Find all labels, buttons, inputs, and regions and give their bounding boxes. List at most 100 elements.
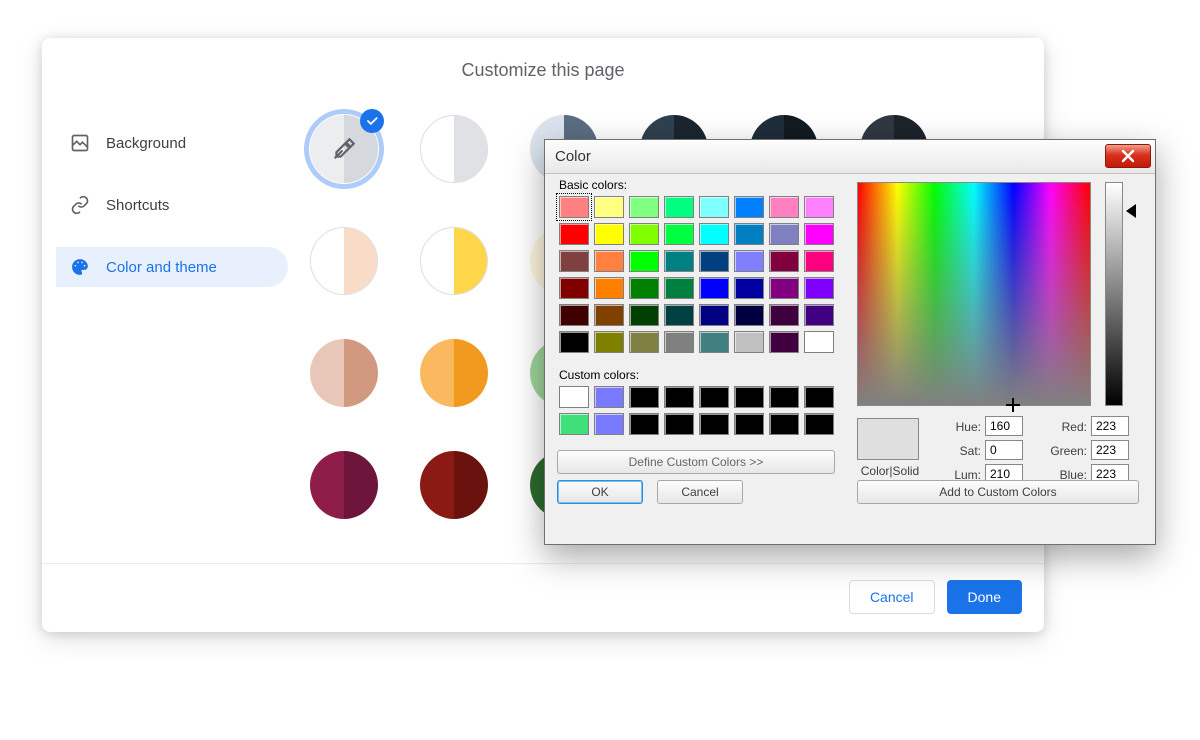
basic-color-cell[interactable] <box>734 277 764 299</box>
hue-input[interactable] <box>985 416 1023 436</box>
basic-color-cell[interactable] <box>769 331 799 353</box>
basic-color-cell[interactable] <box>699 277 729 299</box>
theme-swatch[interactable] <box>310 115 378 183</box>
basic-color-cell[interactable] <box>734 331 764 353</box>
basic-color-cell[interactable] <box>804 331 834 353</box>
basic-color-cell[interactable] <box>664 304 694 326</box>
custom-color-cell[interactable] <box>594 386 624 408</box>
cancel-button[interactable]: Cancel <box>849 580 935 614</box>
color-dialog-titlebar[interactable]: Color <box>545 140 1155 174</box>
basic-color-cell[interactable] <box>769 250 799 272</box>
custom-color-cell[interactable] <box>699 413 729 435</box>
spectrum-crosshair <box>1006 398 1020 412</box>
basic-color-cell[interactable] <box>629 250 659 272</box>
basic-color-cell[interactable] <box>734 250 764 272</box>
basic-color-cell[interactable] <box>594 223 624 245</box>
basic-color-cell[interactable] <box>804 223 834 245</box>
custom-color-cell[interactable] <box>769 413 799 435</box>
basic-color-cell[interactable] <box>629 223 659 245</box>
add-to-custom-colors-button[interactable]: Add to Custom Colors <box>857 480 1139 504</box>
basic-color-cell[interactable] <box>699 304 729 326</box>
custom-color-cell[interactable] <box>769 386 799 408</box>
basic-color-cell[interactable] <box>559 196 589 218</box>
theme-swatch[interactable] <box>310 451 378 519</box>
done-button[interactable]: Done <box>947 580 1022 614</box>
basic-color-cell[interactable] <box>559 223 589 245</box>
green-label: Green: <box>1039 444 1087 458</box>
sidebar-item-shortcuts[interactable]: Shortcuts <box>56 185 288 225</box>
red-input[interactable] <box>1091 416 1129 436</box>
basic-color-cell[interactable] <box>559 331 589 353</box>
sidebar-item-label: Background <box>106 135 186 152</box>
basic-color-cell[interactable] <box>804 277 834 299</box>
theme-swatch[interactable] <box>310 339 378 407</box>
basic-color-cell[interactable] <box>804 250 834 272</box>
sidebar-item-color-theme[interactable]: Color and theme <box>56 247 288 287</box>
basic-color-cell[interactable] <box>594 304 624 326</box>
color-preview <box>857 418 919 460</box>
custom-color-cell[interactable] <box>629 386 659 408</box>
define-custom-colors-button[interactable]: Define Custom Colors >> <box>557 450 835 474</box>
green-input[interactable] <box>1091 440 1129 460</box>
theme-swatch[interactable] <box>420 451 488 519</box>
basic-color-cell[interactable] <box>664 196 694 218</box>
close-button[interactable] <box>1105 144 1151 168</box>
basic-color-cell[interactable] <box>594 196 624 218</box>
color-preview-label: Color|Solid <box>857 464 923 478</box>
custom-color-cell[interactable] <box>559 386 589 408</box>
basic-color-cell[interactable] <box>664 277 694 299</box>
basic-color-cell[interactable] <box>629 304 659 326</box>
modal-footer: Cancel Done <box>42 563 1044 632</box>
custom-color-cell[interactable] <box>804 413 834 435</box>
basic-color-cell[interactable] <box>629 196 659 218</box>
color-dialog-cancel-button[interactable]: Cancel <box>657 480 743 504</box>
basic-color-cell[interactable] <box>594 277 624 299</box>
sidebar-item-label: Color and theme <box>106 259 217 276</box>
theme-swatch[interactable] <box>420 339 488 407</box>
basic-color-cell[interactable] <box>559 277 589 299</box>
basic-color-cell[interactable] <box>769 277 799 299</box>
theme-swatch[interactable] <box>420 227 488 295</box>
basic-color-cell[interactable] <box>594 250 624 272</box>
basic-color-cell[interactable] <box>769 196 799 218</box>
custom-color-cell[interactable] <box>629 413 659 435</box>
custom-color-cell[interactable] <box>699 386 729 408</box>
basic-color-cell[interactable] <box>699 331 729 353</box>
sidebar-item-background[interactable]: Background <box>56 123 288 163</box>
basic-color-cell[interactable] <box>559 250 589 272</box>
ok-button[interactable]: OK <box>557 480 643 504</box>
theme-swatch[interactable] <box>420 115 488 183</box>
luminosity-bar[interactable] <box>1105 182 1123 406</box>
theme-swatch[interactable] <box>310 227 378 295</box>
basic-color-cell[interactable] <box>699 223 729 245</box>
custom-color-cell[interactable] <box>664 386 694 408</box>
basic-color-cell[interactable] <box>664 331 694 353</box>
basic-color-cell[interactable] <box>804 196 834 218</box>
basic-color-cell[interactable] <box>594 331 624 353</box>
custom-color-cell[interactable] <box>804 386 834 408</box>
sat-input[interactable] <box>985 440 1023 460</box>
color-spectrum[interactable] <box>857 182 1091 406</box>
basic-color-cell[interactable] <box>629 331 659 353</box>
custom-color-cell[interactable] <box>559 413 589 435</box>
basic-color-cell[interactable] <box>769 223 799 245</box>
basic-color-cell[interactable] <box>734 196 764 218</box>
basic-color-cell[interactable] <box>769 304 799 326</box>
basic-color-cell[interactable] <box>734 304 764 326</box>
basic-color-cell[interactable] <box>734 223 764 245</box>
basic-color-cell[interactable] <box>629 277 659 299</box>
custom-color-cell[interactable] <box>734 386 764 408</box>
basic-color-cell[interactable] <box>699 250 729 272</box>
image-icon <box>70 133 90 153</box>
custom-color-cell[interactable] <box>734 413 764 435</box>
basic-color-cell[interactable] <box>699 196 729 218</box>
custom-color-cell[interactable] <box>664 413 694 435</box>
basic-colors-label: Basic colors: <box>559 178 627 192</box>
basic-color-cell[interactable] <box>664 223 694 245</box>
basic-color-cell[interactable] <box>559 304 589 326</box>
close-icon <box>1121 149 1135 163</box>
basic-color-cell[interactable] <box>664 250 694 272</box>
custom-color-cell[interactable] <box>594 413 624 435</box>
link-icon <box>70 195 90 215</box>
basic-color-cell[interactable] <box>804 304 834 326</box>
